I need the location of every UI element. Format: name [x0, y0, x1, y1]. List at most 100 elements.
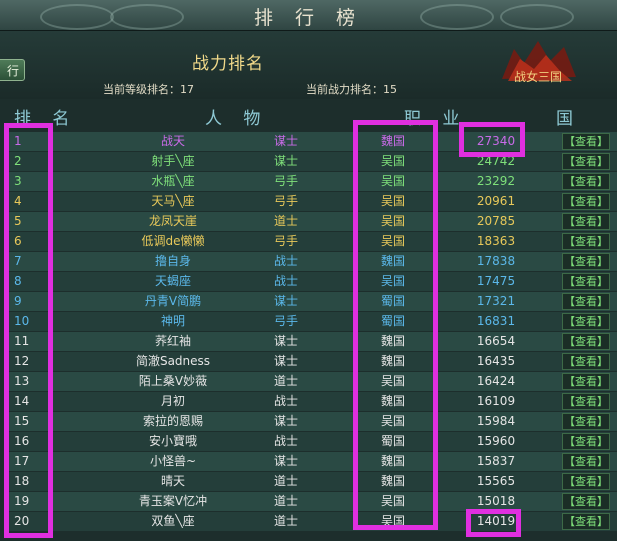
job-cell: 道士: [273, 374, 298, 388]
power-cell: 15960: [476, 434, 516, 448]
job-cell: 战士: [273, 434, 298, 448]
job-cell: 谋士: [273, 454, 298, 468]
power-cell: 15984: [476, 414, 516, 428]
highlight-nation-column: [353, 120, 438, 530]
view-button[interactable]: 【查看】: [562, 173, 610, 190]
view-button[interactable]: 【查看】: [562, 293, 610, 310]
table-row: 11 荞红袖 谋士 魏国 16654 【查看】: [8, 332, 617, 351]
view-button[interactable]: 【查看】: [562, 273, 610, 290]
table-row: 20 双鱼╲座 道士 吴国 14019 【查看】: [8, 512, 617, 531]
job-cell: 谋士: [273, 354, 298, 368]
view-button[interactable]: 【查看】: [562, 213, 610, 230]
job-cell: 谋士: [273, 134, 298, 148]
player-name-cell[interactable]: 索拉的恩赐: [83, 412, 263, 431]
side-tab-button[interactable]: 行: [0, 59, 25, 81]
view-button[interactable]: 【查看】: [562, 133, 610, 150]
player-name-cell[interactable]: 神明: [83, 312, 263, 331]
table-row: 18 晴天 道士 魏国 15565 【查看】: [8, 472, 617, 491]
view-button[interactable]: 【查看】: [562, 353, 610, 370]
job-cell: 道士: [273, 214, 298, 228]
player-name-cell[interactable]: 晴天: [83, 472, 263, 491]
window-title-bar: 排 行 榜: [0, 0, 617, 31]
power-cell: 20785: [476, 214, 516, 228]
view-button[interactable]: 【查看】: [562, 473, 610, 490]
table-row: 16 安小寶哦 战士 蜀国 15960 【查看】: [8, 432, 617, 451]
player-name-cell[interactable]: 撸自身: [83, 252, 263, 271]
job-cell: 道士: [273, 494, 298, 508]
job-cell: 道士: [273, 474, 298, 488]
view-button[interactable]: 【查看】: [562, 513, 610, 530]
power-cell: 16109: [476, 394, 516, 408]
view-button[interactable]: 【查看】: [562, 233, 610, 250]
player-name-cell[interactable]: 小怪兽~: [83, 452, 263, 471]
player-name-cell[interactable]: 荞红袖: [83, 332, 263, 351]
player-name-cell[interactable]: 水瓶╲座: [83, 172, 263, 191]
view-button[interactable]: 【查看】: [562, 253, 610, 270]
table-row: 9 丹青Ⅴ简鹏 谋士 蜀国 17321 【查看】: [8, 292, 617, 311]
logo-text: 战女三国: [514, 69, 562, 84]
power-cell: 16831: [476, 314, 516, 328]
player-name-cell[interactable]: 射手╲座: [83, 152, 263, 171]
power-cell: 17321: [476, 294, 516, 308]
job-cell: 弓手: [273, 314, 298, 328]
player-name-cell[interactable]: 天马╲座: [83, 192, 263, 211]
power-cell: 15837: [476, 454, 516, 468]
power-cell: 17475: [476, 274, 516, 288]
highlight-own-power: [466, 509, 521, 537]
table-row: 13 陌上桑Ⅴ妙薇 道士 吴国 16424 【查看】: [8, 372, 617, 391]
job-cell: 谋士: [273, 334, 298, 348]
player-name-cell[interactable]: 青玉案Ⅴ忆冲: [83, 492, 263, 511]
player-name-cell[interactable]: 安小寶哦: [83, 432, 263, 451]
player-name-cell[interactable]: 陌上桑Ⅴ妙薇: [83, 372, 263, 391]
view-button[interactable]: 【查看】: [562, 433, 610, 450]
player-name-cell[interactable]: 天蝎座: [83, 272, 263, 291]
player-name-cell[interactable]: 龙凤天崖: [83, 212, 263, 231]
player-name-cell[interactable]: 低调de懒懒: [83, 232, 263, 251]
view-button[interactable]: 【查看】: [562, 373, 610, 390]
power-cell: 20961: [476, 194, 516, 208]
table-row: 8 天蝎座 战士 吴国 17475 【查看】: [8, 272, 617, 291]
view-button[interactable]: 【查看】: [562, 193, 610, 210]
table-row: 2 射手╲座 谋士 吴国 24742 【查看】: [8, 152, 617, 171]
view-button[interactable]: 【查看】: [562, 493, 610, 510]
player-name-cell[interactable]: 月初: [83, 392, 263, 411]
job-cell: 战士: [273, 254, 298, 268]
view-button[interactable]: 【查看】: [562, 393, 610, 410]
table-row: 10 神明 弓手 蜀国 16831 【查看】: [8, 312, 617, 331]
table-row: 19 青玉案Ⅴ忆冲 道士 吴国 15018 【查看】: [8, 492, 617, 511]
current-power-rank: 当前战力排名：15: [306, 83, 397, 96]
power-cell: 16654: [476, 334, 516, 348]
highlight-top-power: [459, 122, 525, 157]
table-row: 7 撸自身 战士 魏国 17838 【查看】: [8, 252, 617, 271]
table-row: 14 月初 战士 魏国 16109 【查看】: [8, 392, 617, 411]
current-level-rank: 当前等级排名：17: [103, 83, 194, 96]
power-cell: 15565: [476, 474, 516, 488]
view-button[interactable]: 【查看】: [562, 453, 610, 470]
player-name-cell[interactable]: 简澈Sadness: [83, 352, 263, 371]
window-title: 排 行 榜: [253, 7, 364, 29]
view-button[interactable]: 【查看】: [562, 313, 610, 330]
job-cell: 谋士: [273, 294, 298, 308]
view-button[interactable]: 【查看】: [562, 413, 610, 430]
table-row: 17 小怪兽~ 谋士 魏国 15837 【查看】: [8, 452, 617, 471]
table-row: 6 低调de懒懒 弓手 吴国 18363 【查看】: [8, 232, 617, 251]
view-button[interactable]: 【查看】: [562, 153, 610, 170]
player-name-cell[interactable]: 丹青Ⅴ简鹏: [83, 292, 263, 311]
view-button[interactable]: 【查看】: [562, 333, 610, 350]
ranking-title: 战力排名: [192, 54, 264, 74]
job-cell: 弓手: [273, 194, 298, 208]
table-row: 4 天马╲座 弓手 吴国 20961 【查看】: [8, 192, 617, 211]
table-row: 12 简澈Sadness 谋士 魏国 16435 【查看】: [8, 352, 617, 371]
ranking-table: 1 战天 谋士 魏国 27340 【查看】 2 射手╲座 谋士 吴国 24742 【查看】 3 水瓶╲座弓…: [8, 132, 617, 532]
job-cell: 谋士: [273, 414, 298, 428]
job-cell: 道士: [273, 514, 298, 528]
job-cell: 弓手: [273, 174, 298, 188]
power-cell: 16435: [476, 354, 516, 368]
player-name-cell[interactable]: 战天: [83, 132, 263, 151]
power-cell: 23292: [476, 174, 516, 188]
job-cell: 谋士: [273, 154, 298, 168]
player-name-cell[interactable]: 双鱼╲座: [83, 512, 263, 531]
table-row: 15 索拉的恩赐 谋士 吴国 15984 【查看】: [8, 412, 617, 431]
job-cell: 弓手: [273, 234, 298, 248]
highlight-rank-column: [4, 123, 53, 538]
